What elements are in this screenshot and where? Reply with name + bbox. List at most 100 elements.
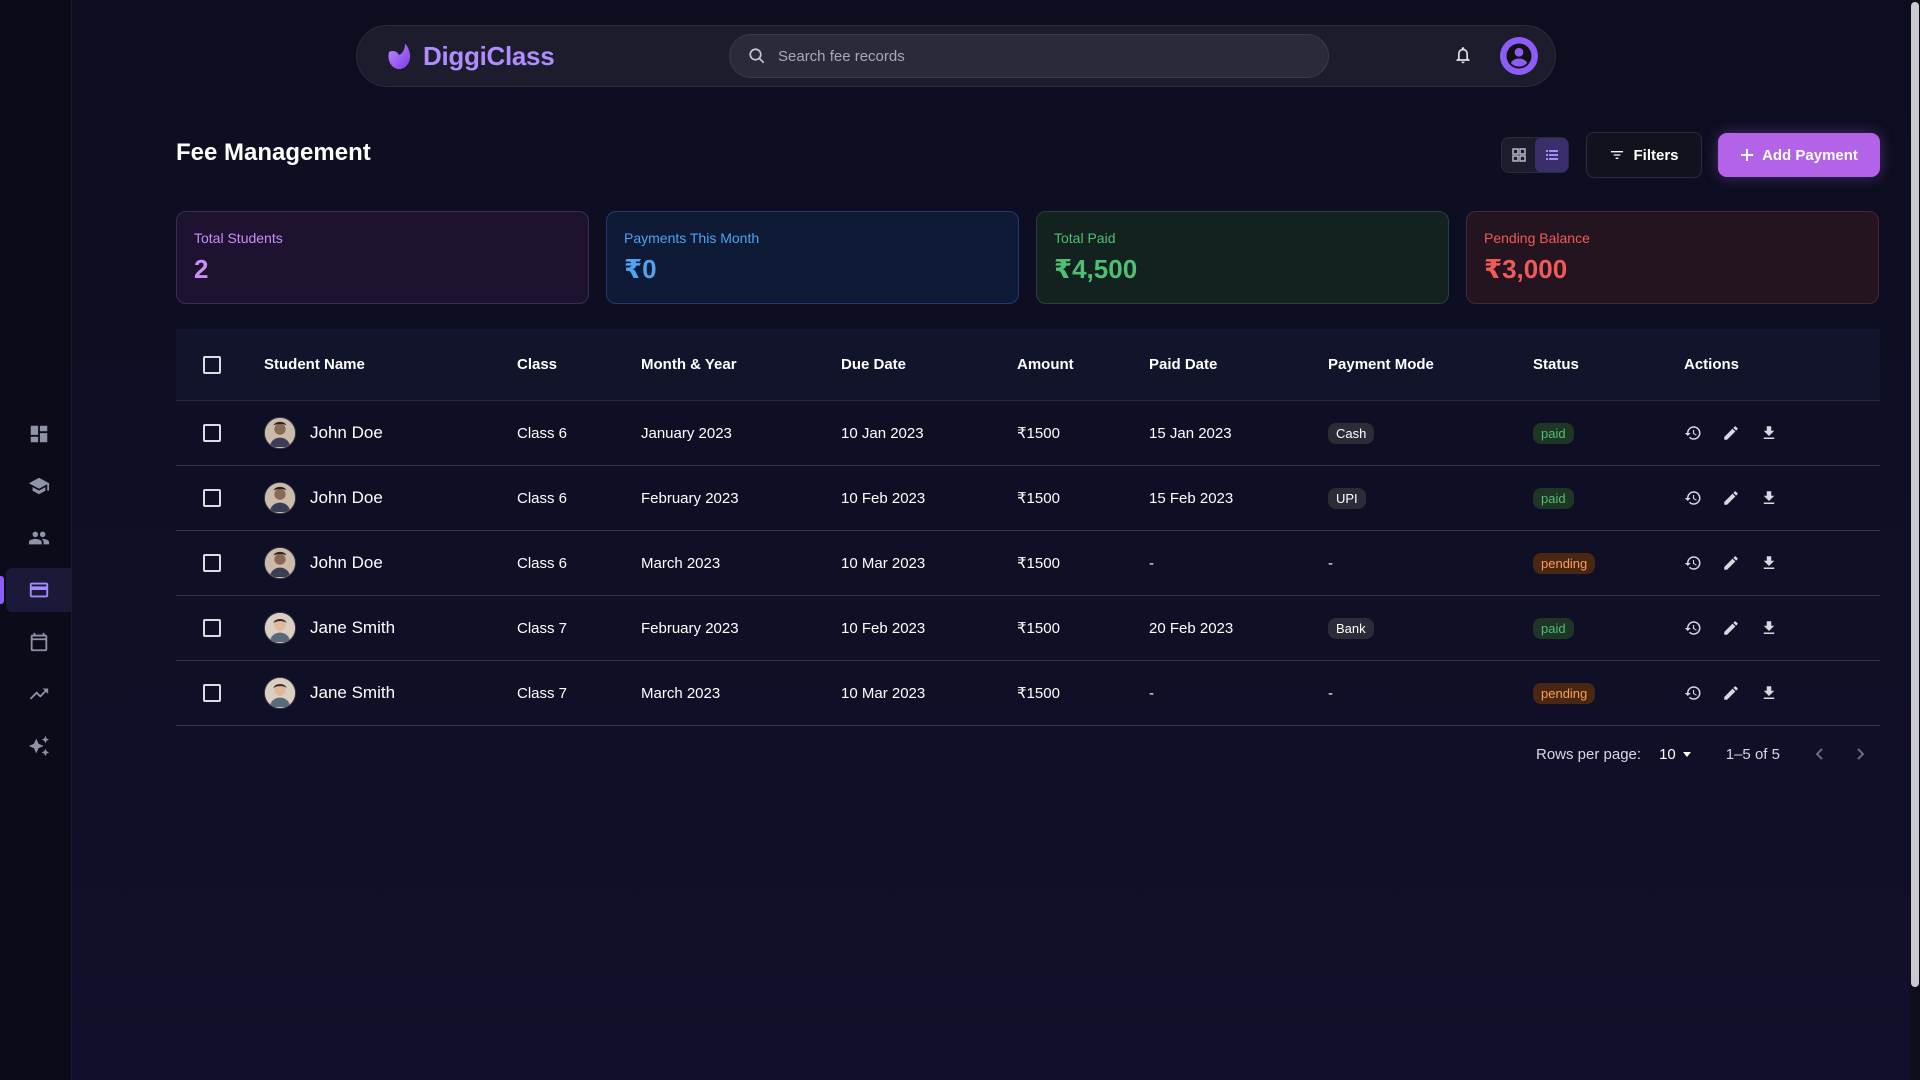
stat-card-total-paid: Total Paid ₹4,500 (1036, 211, 1449, 304)
download-button[interactable] (1759, 618, 1779, 638)
sidebar-item-fees[interactable] (0, 568, 72, 612)
add-payment-button[interactable]: Add Payment (1718, 133, 1880, 177)
class-cell: Class 6 (517, 554, 568, 572)
header-class[interactable]: Class (517, 356, 557, 373)
payment-mode-chip: Cash (1328, 422, 1375, 444)
student-name: John Doe (310, 423, 383, 442)
edit-icon (1724, 556, 1738, 570)
paid-date-cell: - (1149, 684, 1154, 702)
row-checkbox[interactable] (203, 619, 221, 637)
download-button[interactable] (1759, 423, 1779, 443)
row-checkbox[interactable] (203, 489, 221, 507)
payment-mode-cell: Bank (1328, 617, 1374, 639)
sidebar-item-analytics[interactable] (6, 672, 72, 716)
sidebar-item-calendar[interactable] (6, 620, 72, 664)
edit-button[interactable] (1721, 488, 1741, 508)
stat-value: ₹0 (624, 254, 657, 284)
student-name: John Doe (310, 488, 383, 507)
table-row[interactable]: Jane Smith Class 7 March 2023 10 Mar 202… (176, 661, 1880, 726)
history-button[interactable] (1683, 423, 1703, 443)
table-row[interactable]: John Doe Class 6 February 2023 10 Feb 20… (176, 466, 1880, 531)
search-input[interactable] (778, 47, 1298, 65)
due-date-cell: 10 Mar 2023 (841, 684, 926, 702)
download-button[interactable] (1759, 683, 1779, 703)
actions-cell (1683, 488, 1779, 508)
month-cell: March 2023 (641, 554, 721, 572)
payment-mode-cell: UPI (1328, 487, 1366, 509)
download-icon (1763, 686, 1775, 699)
actions-cell (1683, 618, 1779, 638)
amount-cell: ₹1500 (1017, 425, 1060, 442)
payment-mode-chip: Bank (1328, 617, 1374, 639)
edit-button[interactable] (1721, 683, 1741, 703)
row-checkbox[interactable] (203, 554, 221, 572)
edit-icon (1724, 491, 1738, 505)
grid-view-button[interactable] (1502, 138, 1535, 172)
paid-date-cell: 20 Feb 2023 (1149, 619, 1234, 637)
header-status[interactable]: Status (1533, 356, 1579, 373)
page-scrollbar[interactable] (1910, 0, 1920, 1080)
notifications-button[interactable] (1453, 45, 1475, 67)
list-view-button[interactable] (1535, 138, 1568, 172)
due-date-cell: 10 Feb 2023 (841, 619, 926, 637)
stat-value: 2 (194, 254, 209, 284)
history-button[interactable] (1683, 683, 1703, 703)
student-cell: Jane Smith (264, 612, 395, 644)
edit-button[interactable] (1721, 553, 1741, 573)
sidebar-item-classes[interactable] (6, 464, 72, 508)
download-button[interactable] (1759, 488, 1779, 508)
previous-page-button[interactable] (1806, 740, 1834, 768)
header-due-date[interactable]: Due Date (841, 356, 906, 373)
edit-button[interactable] (1721, 618, 1741, 638)
class-cell: Class 7 (517, 684, 568, 702)
class-cell: Class 6 (517, 489, 568, 507)
calendar-icon (30, 632, 48, 652)
next-page-button[interactable] (1846, 740, 1874, 768)
row-checkbox[interactable] (203, 424, 221, 442)
header-payment-mode[interactable]: Payment Mode (1328, 356, 1434, 373)
header-student-name[interactable]: Student Name (264, 356, 365, 373)
user-avatar-button[interactable] (1500, 37, 1538, 75)
student-cell: John Doe (264, 417, 383, 449)
table-row[interactable]: John Doe Class 6 January 2023 10 Jan 202… (176, 401, 1880, 466)
paid-date-cell: 15 Feb 2023 (1149, 489, 1234, 507)
filters-button[interactable]: Filters (1586, 132, 1702, 178)
rows-per-page-select[interactable]: 10 (1659, 746, 1692, 763)
payment-mode-cell: - (1328, 554, 1333, 572)
list-icon (1545, 150, 1558, 160)
history-button[interactable] (1683, 618, 1703, 638)
header-paid-date[interactable]: Paid Date (1149, 356, 1217, 373)
stat-label: Pending Balance (1484, 230, 1590, 246)
table-row[interactable]: John Doe Class 6 March 2023 10 Mar 2023 … (176, 531, 1880, 596)
actions-cell (1683, 423, 1779, 443)
status-badge: pending (1533, 552, 1596, 574)
bell-icon (1456, 47, 1470, 64)
download-button[interactable] (1759, 553, 1779, 573)
app-name: DiggiClass (423, 41, 555, 71)
view-toggle (1501, 137, 1569, 173)
row-checkbox[interactable] (203, 684, 221, 702)
header-month-year[interactable]: Month & Year (641, 356, 737, 373)
edit-button[interactable] (1721, 423, 1741, 443)
avatar (264, 677, 296, 709)
scrollbar-thumb[interactable] (1911, 2, 1919, 987)
sidebar-item-dashboard[interactable] (6, 412, 72, 456)
top-bar: DiggiClass (356, 25, 1556, 87)
search-bar[interactable] (729, 34, 1329, 78)
student-photo-icon (265, 678, 295, 707)
header-amount[interactable]: Amount (1017, 356, 1074, 373)
student-cell: Jane Smith (264, 677, 395, 709)
sidebar (0, 0, 72, 1080)
month-cell: February 2023 (641, 489, 739, 507)
select-all-checkbox[interactable] (203, 356, 221, 374)
app-logo[interactable]: DiggiClass (385, 41, 555, 72)
history-button[interactable] (1683, 488, 1703, 508)
sidebar-item-students[interactable] (6, 516, 72, 560)
month-cell: February 2023 (641, 619, 739, 637)
sidebar-item-ai[interactable] (6, 724, 72, 768)
status-cell: paid (1533, 487, 1574, 509)
avatar (264, 417, 296, 449)
table-row[interactable]: Jane Smith Class 7 February 2023 10 Feb … (176, 596, 1880, 661)
history-button[interactable] (1683, 553, 1703, 573)
due-date-cell: 10 Jan 2023 (841, 424, 924, 442)
